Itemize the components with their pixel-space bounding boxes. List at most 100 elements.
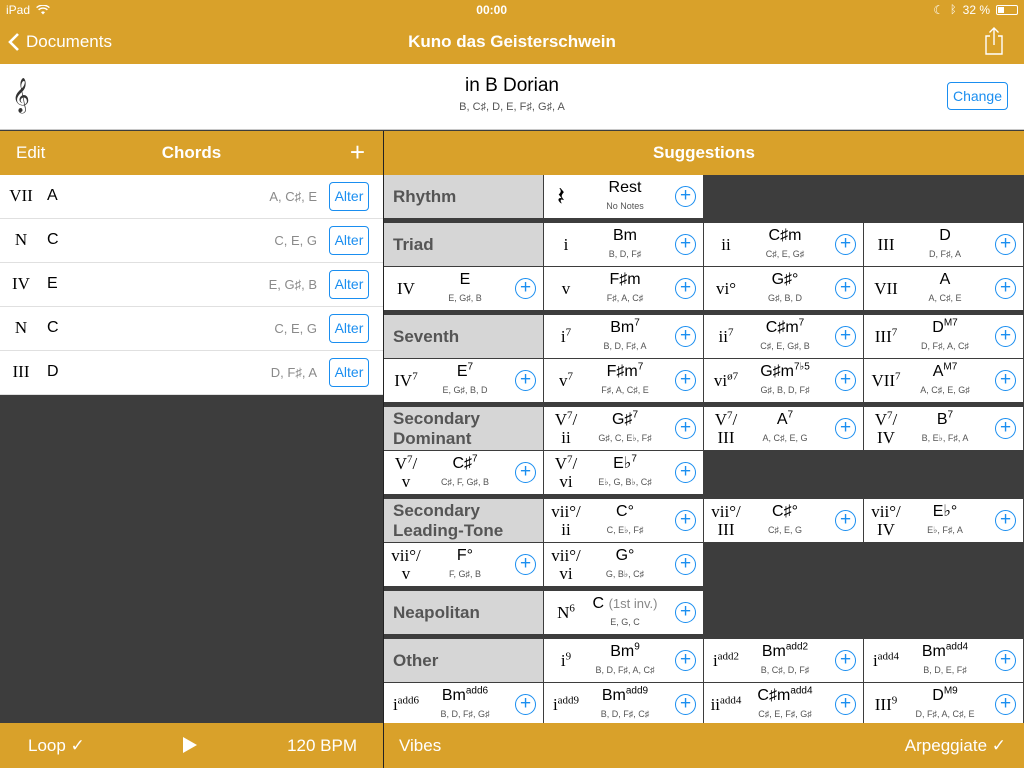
share-icon[interactable] [984,26,1004,56]
chord-notes: B, C♯, D, F♯ [760,665,810,675]
vibes-button[interactable]: Vibes [399,736,441,756]
add-icon[interactable]: + [835,370,856,391]
add-icon[interactable]: + [675,418,696,439]
chords-header: Edit Chords + [0,131,383,175]
add-icon[interactable]: + [835,278,856,299]
loop-toggle[interactable]: Loop ✓ [28,736,85,756]
suggestion-cell[interactable]: V7/IV B7 B, E♭, F♯, A + [864,407,1023,450]
add-icon[interactable]: + [515,462,536,483]
add-icon[interactable]: + [675,370,696,391]
chord-row[interactable]: N C C, E, G Alter [0,307,383,351]
alter-button[interactable]: Alter [329,226,369,255]
suggestion-cell[interactable]: i Bm B, D, F♯ + [544,223,703,266]
change-key-button[interactable]: Change [946,82,1008,110]
suggestion-cell[interactable]: vii°/III C♯° C♯, E, G + [704,499,863,542]
numeral-text: vii° [871,501,896,521]
suggestion-cell[interactable]: i7 Bm7 B, D, F♯, A + [544,315,703,358]
suggestion-cell[interactable]: vii°/ii C° C, E♭, F♯ + [544,499,703,542]
add-icon[interactable]: + [515,554,536,575]
suggestion-cell[interactable]: i9 Bm9 B, D, F♯, A, C♯ + [544,639,703,682]
add-icon[interactable]: + [675,278,696,299]
suggestion-cell[interactable]: III9 DM9 D, F♯, A, C♯, E + [864,683,1023,723]
add-icon[interactable]: + [675,462,696,483]
add-icon[interactable]: + [675,234,696,255]
document-title: Kuno das Geisterschwein [408,32,616,51]
add-icon[interactable]: + [835,418,856,439]
tempo-button[interactable]: 120 BPM [287,736,357,756]
add-icon[interactable]: + [675,694,696,715]
chord-root: Bm [613,227,637,244]
suggestion-cell[interactable]: VII A A, C♯, E + [864,267,1023,310]
add-icon[interactable]: + [675,186,696,207]
suggestion-cell[interactable]: iadd4 Bmadd4 B, D, E, F♯ + [864,639,1023,682]
add-icon[interactable]: + [995,234,1016,255]
suggestion-cell[interactable]: N6 C (1st inv.) E, G, C + [544,591,703,634]
alter-button[interactable]: Alter [329,358,369,387]
suggestion-cell[interactable]: V7/III A7 A, C♯, E, G + [704,407,863,450]
chord-name: C (1st inv.) [588,595,662,613]
suggestion-cell[interactable]: V7/ii G♯7 G♯, C, E♭, F♯ + [544,407,703,450]
add-chord-button[interactable]: + [350,139,365,165]
alter-button[interactable]: Alter [329,182,369,211]
chord-name: C♯° [748,503,822,521]
alter-button[interactable]: Alter [329,270,369,299]
arpeggiate-toggle[interactable]: Arpeggiate ✓ [905,736,1006,756]
suggestion-cell[interactable]: iadd9 Bmadd9 B, D, F♯, C♯ + [544,683,703,723]
add-icon[interactable]: + [675,510,696,531]
add-icon[interactable]: + [995,326,1016,347]
chord-row[interactable]: III D D, F♯, A Alter [0,351,383,395]
add-icon[interactable]: + [675,602,696,623]
numeral-superscript: 7 [567,369,574,382]
suggestion-cell[interactable]: iadd2 Bmadd2 B, C♯, D, F♯ + [704,639,863,682]
suggestion-cell[interactable]: III7 DM7 D, F♯, A, C♯ + [864,315,1023,358]
suggestion-cell[interactable]: vi° G♯° G♯, B, D + [704,267,863,310]
add-icon[interactable]: + [995,278,1016,299]
add-icon[interactable]: + [835,326,856,347]
suggestion-cell[interactable]: IV E E, G♯, B + [384,267,543,310]
edit-button[interactable]: Edit [16,143,45,163]
roman-numeral: IV7 [384,359,428,402]
suggestion-cell[interactable]: V7/v C♯7 C♯, F, G♯, B + [384,451,543,494]
suggestion-cell[interactable]: vii°/v F° F, G♯, B + [384,543,543,586]
add-icon[interactable]: + [995,650,1016,671]
add-icon[interactable]: + [515,370,536,391]
back-button[interactable]: Documents [8,20,112,64]
add-icon[interactable]: + [995,510,1016,531]
chord-root: E♭° [932,503,958,520]
add-icon[interactable]: + [995,418,1016,439]
add-icon[interactable]: + [675,554,696,575]
suggestion-cell[interactable]: v7 F♯m7 F♯, A, C♯, E + [544,359,703,402]
add-icon[interactable]: + [835,650,856,671]
chord-row[interactable]: VII A A, C♯, E Alter [0,175,383,219]
add-icon[interactable]: + [835,234,856,255]
suggestion-cell[interactable]: V7/vi E♭7 E♭, G, B♭, C♯ + [544,451,703,494]
chord-row[interactable]: N C C, E, G Alter [0,219,383,263]
add-icon[interactable]: + [835,694,856,715]
suggestion-cell[interactable]: III D D, F♯, A + [864,223,1023,266]
add-icon[interactable]: + [675,326,696,347]
suggestion-cell[interactable]: iadd6 Bmadd6 B, D, F♯, G♯ + [384,683,543,723]
add-icon[interactable]: + [995,694,1016,715]
suggestion-cell[interactable]: viø7 G♯m7♭5 G♯, B, D, F♯ + [704,359,863,402]
add-icon[interactable]: + [515,278,536,299]
numeral-text: IV [397,278,415,298]
suggestion-cell[interactable]: ii7 C♯m7 C♯, E, G♯, B + [704,315,863,358]
suggestion-cell[interactable]: v F♯m F♯, A, C♯ + [544,267,703,310]
numeral-text: ii [718,326,728,346]
suggestion-cell[interactable]: vii°/IV E♭° E♭, F♯, A + [864,499,1023,542]
suggestion-cell[interactable]: vii°/vi G° G, B♭, C♯ + [544,543,703,586]
add-icon[interactable]: + [675,650,696,671]
chord-notes: E♭, G, B♭, C♯ [598,477,652,487]
add-icon[interactable]: + [995,370,1016,391]
alter-button[interactable]: Alter [329,314,369,343]
suggestion-cell[interactable]: 𝄽 Rest No Notes + [544,175,703,218]
add-icon[interactable]: + [515,694,536,715]
suggestion-cell[interactable]: ii C♯m C♯, E, G♯ + [704,223,863,266]
suggestion-cell[interactable]: VII7 AM7 A, C♯, E, G♯ + [864,359,1023,402]
chord-row[interactable]: IV E E, G♯, B Alter [0,263,383,307]
play-icon[interactable] [183,737,197,753]
suggestion-cell[interactable]: IV7 E7 E, G♯, B, D + [384,359,543,402]
add-icon[interactable]: + [835,510,856,531]
suggestion-cell[interactable]: iiadd4 C♯madd4 C♯, E, F♯, G♯ + [704,683,863,723]
chord-quality: 7 [632,409,638,421]
